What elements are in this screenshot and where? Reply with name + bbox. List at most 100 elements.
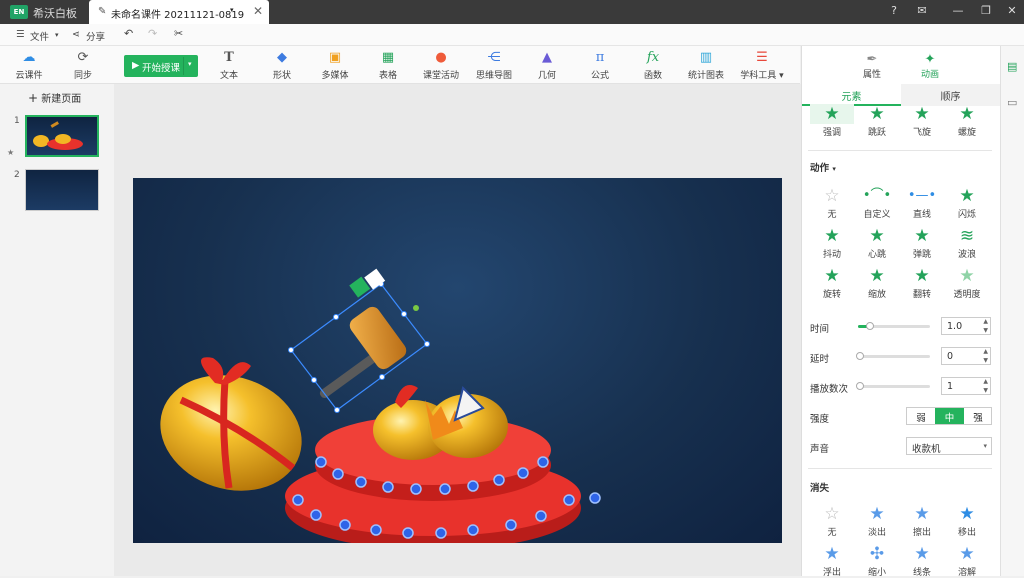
table-tool[interactable]: ▦ 表格 — [360, 50, 416, 81]
chevron-down-icon[interactable]: ▾ — [188, 60, 192, 68]
cloud-courseware-button[interactable]: ☁ 云课件 — [1, 50, 57, 81]
tab-title: 未命名课件 20211121-0819 — [111, 10, 245, 21]
time-slider[interactable] — [858, 322, 930, 330]
redo-icon[interactable]: ↷ — [148, 27, 157, 40]
chevron-down-icon[interactable]: ▾ — [55, 31, 59, 39]
star-icon: ★ — [959, 266, 975, 286]
file-menu[interactable]: 文件 — [30, 29, 49, 43]
strength-label: 强度 — [810, 414, 830, 425]
exit-wipe[interactable]: ★ 擦出 — [900, 504, 944, 538]
strength-strong[interactable]: 强 — [964, 408, 992, 424]
tab-elements[interactable]: 元素 — [802, 84, 901, 106]
person-icon: ● — [435, 50, 447, 65]
exit-fade-out[interactable]: ★ 淡出 — [855, 504, 899, 538]
action-flash[interactable]: ★ 闪烁 — [945, 186, 989, 220]
slider-handle[interactable] — [856, 382, 864, 390]
hamburger-icon[interactable]: ☰ — [16, 29, 25, 40]
action-custom[interactable]: •⌒• 自定义 — [855, 186, 899, 220]
main-toolbar: ☁ 云课件 ⟳ 同步 ▶ 开始授课 ▾ T 文本 ◆ 形状 ▣ 多媒体 ▦ 表格… — [0, 46, 800, 84]
tab-close-button[interactable]: ✕ — [253, 4, 263, 18]
action-wave[interactable]: ≋ 波浪 — [945, 226, 989, 260]
anim-emphasis[interactable]: ★ 强调 — [810, 104, 854, 138]
action-flip[interactable]: ★ 翻转 — [900, 266, 944, 300]
slide-thumbnail-2[interactable] — [25, 169, 99, 211]
subject-tools[interactable]: ☰ 学科工具 ▾ — [734, 50, 790, 81]
side-strip: ▤ ▭ — [1000, 46, 1024, 576]
increment-icon[interactable]: ▲ — [983, 348, 988, 355]
strength-weak[interactable]: 弱 — [907, 408, 935, 424]
share-menu[interactable]: 分享 — [86, 29, 105, 43]
strength-selector: 弱 中 强 — [906, 407, 992, 425]
chart-tool[interactable]: ▥ 统计图表 — [678, 50, 734, 81]
anim-jump[interactable]: ★ 跳跃 — [855, 104, 899, 138]
undo-icon[interactable]: ↶ — [124, 27, 133, 40]
media-tool[interactable]: ▣ 多媒体 — [307, 50, 363, 81]
delay-input[interactable]: 0 ▲ ▼ — [941, 347, 991, 365]
action-scale[interactable]: ★ 缩放 — [855, 266, 899, 300]
close-window-button[interactable]: ✕ — [1002, 4, 1022, 17]
increment-icon[interactable]: ▲ — [983, 378, 988, 385]
star-icon: ★ — [869, 504, 885, 524]
slide-number: 1 — [14, 116, 20, 126]
repeat-input[interactable]: 1 ▲ ▼ — [941, 377, 991, 395]
function-tool[interactable]: fx 函数 — [625, 50, 681, 81]
shape-tool[interactable]: ◆ 形状 — [254, 50, 310, 81]
formula-tool[interactable]: π 公式 — [572, 50, 628, 81]
action-heartbeat[interactable]: ★ 心跳 — [855, 226, 899, 260]
star-icon: ★ — [869, 104, 885, 124]
anim-spiral[interactable]: ★ 螺旋 — [945, 104, 989, 138]
tab-order[interactable]: 顺序 — [901, 84, 1000, 106]
help-button[interactable]: ? — [884, 4, 904, 17]
slides-panel: + 新建页面 1 ★ 2 — [0, 84, 114, 576]
action-bounce[interactable]: ★ 弹跳 — [900, 226, 944, 260]
chevron-down-icon[interactable]: ▾ — [230, 6, 234, 14]
mind-map-tool[interactable]: ⋲ 思维导图 — [466, 50, 522, 81]
start-teaching-button[interactable]: ▶ 开始授课 ▾ — [124, 55, 198, 77]
image-icon: ▣ — [328, 50, 342, 65]
action-opacity[interactable]: ★ 透明度 — [945, 266, 989, 300]
time-input[interactable]: 1.0 ▲ ▼ — [941, 317, 991, 335]
wave-icon: ≋ — [959, 226, 975, 246]
decrement-icon[interactable]: ▼ — [983, 387, 988, 394]
tab-animation[interactable]: ✦ 动画 — [912, 52, 948, 80]
anim-fly-spin[interactable]: ★ 飞旋 — [900, 104, 944, 138]
class-activity-tool[interactable]: ● 课堂活动 — [413, 50, 469, 81]
message-button[interactable]: ✉ — [912, 4, 932, 17]
action-section-title[interactable]: 动作 ▾ — [810, 160, 836, 174]
decrement-icon[interactable]: ▼ — [983, 327, 988, 334]
document-tab[interactable]: ✎ 未命名课件 20211121-0819 ▾ ✕ — [89, 0, 269, 24]
minimize-button[interactable]: — — [948, 4, 968, 17]
text-tool[interactable]: T 文本 — [201, 50, 257, 81]
delay-slider[interactable] — [856, 352, 930, 360]
sound-select[interactable]: 收款机 ▾ — [906, 437, 992, 455]
geometry-icon: ▲ — [542, 50, 552, 65]
sync-button[interactable]: ⟳ 同步 — [55, 50, 111, 81]
exit-lines[interactable]: ★ 线条 — [900, 544, 944, 578]
notes-icon[interactable]: ▭ — [1007, 96, 1017, 109]
tab-properties[interactable]: ✒ 属性 — [854, 52, 890, 80]
exit-dissolve[interactable]: ★ 溶解 — [945, 544, 989, 578]
exit-move-out[interactable]: ★ 移出 — [945, 504, 989, 538]
increment-icon[interactable]: ▲ — [983, 318, 988, 325]
action-none[interactable]: ☆ 无 — [810, 186, 854, 220]
action-rotate[interactable]: ★ 旋转 — [810, 266, 854, 300]
cut-icon[interactable]: ✂ — [174, 27, 183, 40]
restore-button[interactable]: ❐ — [976, 4, 996, 17]
geometry-tool[interactable]: ▲ 几何 — [519, 50, 575, 81]
time-label: 时间 — [810, 324, 830, 335]
exit-shrink[interactable]: ✣ 缩小 — [855, 544, 899, 578]
slider-handle[interactable] — [856, 352, 864, 360]
action-shake[interactable]: ★ 抖动 — [810, 226, 854, 260]
layout-icon[interactable]: ▤ — [1007, 60, 1017, 73]
decrement-icon[interactable]: ▼ — [983, 357, 988, 364]
strength-medium[interactable]: 中 — [935, 408, 964, 424]
slider-handle[interactable] — [866, 322, 874, 330]
repeat-slider[interactable] — [856, 382, 930, 390]
star-icon: ★ — [959, 186, 975, 206]
slide-canvas[interactable] — [133, 178, 782, 543]
slide-thumbnail-1[interactable] — [25, 115, 99, 157]
action-line[interactable]: •—• 直线 — [900, 186, 944, 220]
exit-float-out[interactable]: ★ 浮出 — [810, 544, 854, 578]
exit-none[interactable]: ☆ 无 — [810, 504, 854, 538]
new-page-button[interactable]: + 新建页面 — [28, 90, 81, 105]
